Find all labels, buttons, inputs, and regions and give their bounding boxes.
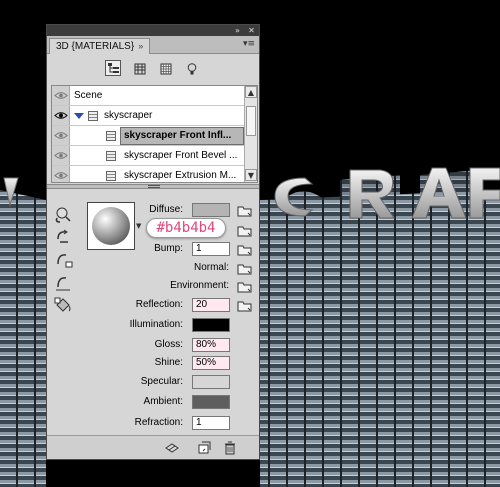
cylinder-icon[interactable]: [131, 60, 147, 76]
environment-label: Environment:: [170, 280, 229, 291]
double-chevron-icon[interactable]: »: [233, 26, 242, 35]
folder-icon[interactable]: [237, 280, 253, 293]
scroll-up-icon[interactable]: ▲: [245, 86, 257, 98]
bump-label: Bump:: [154, 243, 183, 254]
specular-color-swatch[interactable]: [192, 375, 230, 389]
tree-row-selected[interactable]: skyscraper Front Infl...: [52, 126, 245, 146]
tree-row[interactable]: skyscraper: [52, 106, 245, 126]
tree-row-label: skyscraper Front Infl...: [124, 130, 232, 141]
grip-icon[interactable]: [148, 185, 160, 188]
tree-row-label: Scene: [74, 90, 103, 101]
trash-icon[interactable]: [223, 441, 237, 455]
scroll-down-icon[interactable]: ▼: [245, 169, 257, 181]
eye-icon[interactable]: [52, 106, 70, 125]
eye-icon[interactable]: [52, 146, 70, 165]
scroll-thumb[interactable]: [246, 106, 256, 136]
ambient-color-swatch[interactable]: [192, 395, 230, 409]
tab-label: 3D {MATERIALS}: [56, 41, 135, 52]
slide-material-tool-icon[interactable]: [54, 275, 74, 293]
material-icon: [106, 171, 116, 181]
chevron-down-icon[interactable]: ▼: [136, 222, 141, 230]
tab-row: 3D {MATERIALS}» ▾≡: [47, 36, 259, 54]
reflection-field[interactable]: 20: [192, 298, 230, 312]
folder-icon[interactable]: [237, 299, 253, 312]
material-icon: [106, 131, 116, 141]
close-icon[interactable]: »: [138, 41, 143, 51]
reflection-label: Reflection:: [135, 299, 183, 310]
gloss-label: Gloss:: [154, 339, 183, 350]
folder-icon[interactable]: [237, 262, 253, 275]
shine-field[interactable]: 50%: [192, 356, 230, 370]
close-icon[interactable]: ✕: [247, 26, 256, 35]
tree-row-label: skyscraper Front Bevel ...: [124, 150, 238, 161]
specular-label: Specular:: [140, 376, 183, 387]
mesh-icon: [88, 111, 98, 121]
tab-3d-materials[interactable]: 3D {MATERIALS}»: [49, 38, 151, 54]
ambient-label: Ambient:: [143, 396, 183, 407]
filter-bar: [47, 55, 259, 81]
folder-icon[interactable]: [237, 224, 253, 237]
pane-divider[interactable]: [47, 184, 259, 189]
eye-icon[interactable]: [52, 126, 70, 145]
refraction-label: Refraction:: [134, 417, 183, 428]
diffuse-color-swatch[interactable]: [192, 203, 230, 217]
grid-icon[interactable]: [157, 60, 173, 76]
materials-panel: » ✕ 3D {MATERIALS}» ▾≡ Scene skyscraper …: [46, 24, 260, 460]
scene-tree: Scene skyscraper skyscraper Front Infl..…: [51, 85, 258, 183]
material-icon: [106, 151, 116, 161]
folder-icon[interactable]: [237, 204, 253, 217]
tree-row[interactable]: skyscraper Extrusion M...: [52, 166, 245, 182]
illumination-label: Illumination:: [129, 319, 183, 330]
eye-icon[interactable]: [52, 166, 70, 182]
tree-row[interactable]: skyscraper Front Bevel ...: [52, 146, 245, 166]
bulb-icon[interactable]: [183, 60, 199, 76]
expand-triangle-icon[interactable]: [74, 113, 84, 119]
diffuse-label: Diffuse:: [149, 204, 183, 215]
illumination-color-swatch[interactable]: [192, 318, 230, 332]
tree-row-label: skyscraper Extrusion M...: [124, 170, 237, 181]
panel-menu-icon[interactable]: ▾≡: [243, 39, 255, 49]
tree-scrollbar[interactable]: ▲ ▼: [244, 86, 257, 182]
toggle-ground-plane-icon[interactable]: [165, 441, 179, 455]
gloss-field[interactable]: 80%: [192, 338, 230, 352]
refraction-field[interactable]: 1: [192, 416, 230, 430]
normal-label: Normal:: [193, 262, 229, 273]
drag-material-tool-icon[interactable]: [54, 252, 74, 270]
eye-icon[interactable]: [52, 86, 70, 105]
shine-label: Shine:: [154, 357, 183, 368]
tree-icon[interactable]: [105, 60, 121, 76]
panel-titlebar[interactable]: » ✕: [47, 25, 259, 36]
color-tooltip: #b4b4b4: [146, 218, 226, 238]
tree-row-label: skyscraper: [104, 110, 153, 121]
panel-bottom-bar: [47, 435, 259, 459]
bump-field[interactable]: 1: [192, 242, 230, 256]
new-layer-icon[interactable]: [197, 441, 211, 455]
tree-row[interactable]: Scene: [52, 86, 245, 106]
folder-icon[interactable]: [237, 243, 253, 256]
